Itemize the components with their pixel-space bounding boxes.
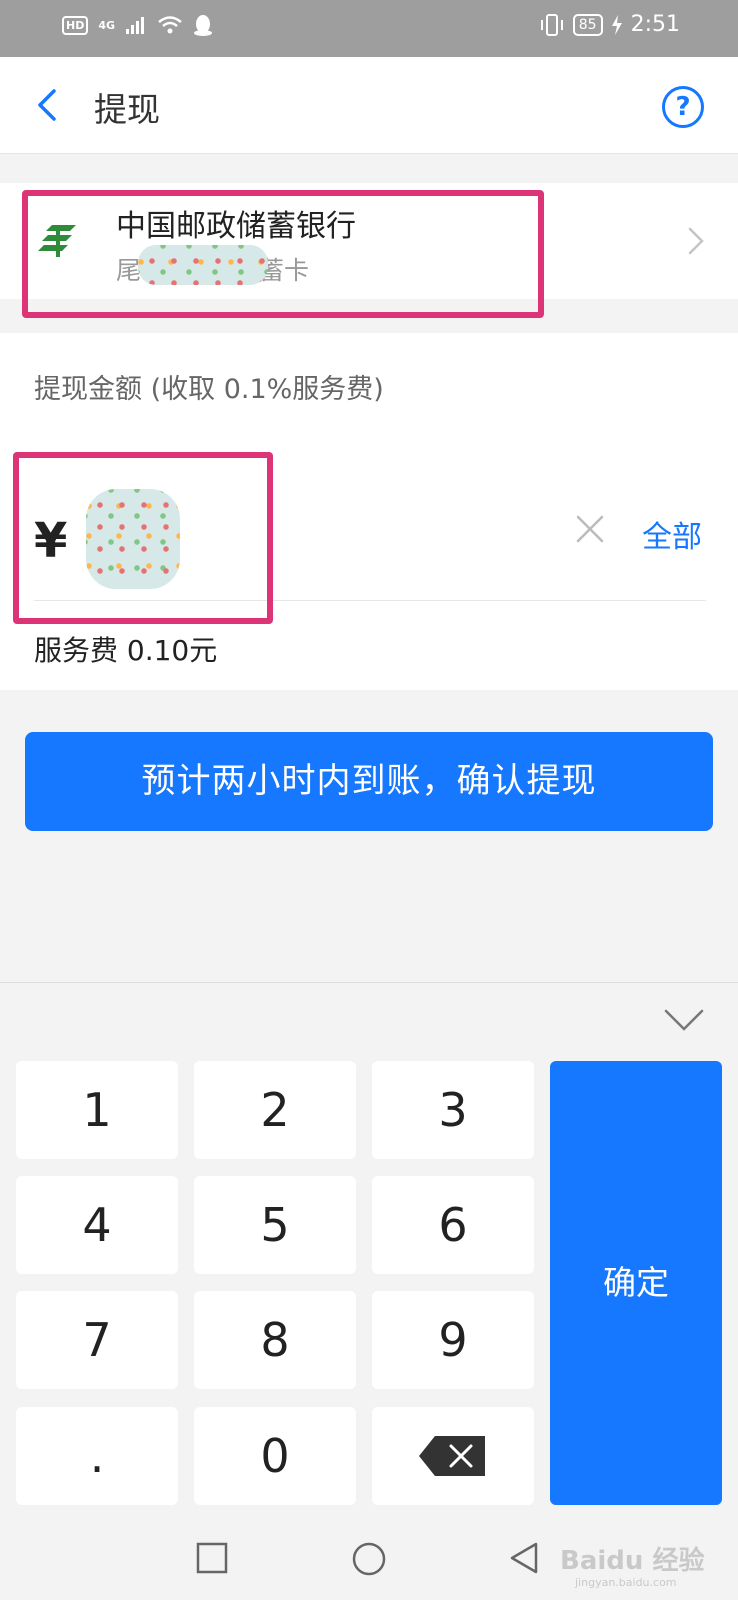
amount-highlight-box [13, 452, 273, 624]
help-button[interactable]: ? [662, 86, 704, 128]
wifi-icon [158, 16, 182, 34]
back-arrow-icon [38, 89, 56, 121]
back-button[interactable] [26, 81, 74, 129]
key-2[interactable]: 2 [194, 1061, 356, 1159]
status-left: HD 4G [62, 14, 213, 36]
status-right: 85 2:51 [539, 12, 680, 37]
vibrate-icon [540, 13, 563, 36]
service-fee-text: 服务费 0.10元 [34, 634, 218, 667]
numeric-keyboard: 1 2 3 4 5 6 7 8 9 . 0 确定 [0, 982, 738, 1521]
battery-level: 85 [572, 13, 603, 36]
chevron-down-icon[interactable] [662, 1005, 706, 1035]
key-confirm[interactable]: 确定 [550, 1061, 722, 1505]
signal-icon [126, 17, 145, 34]
key-9[interactable]: 9 [372, 1291, 534, 1389]
confirm-withdraw-button[interactable]: 预计两小时内到账，确认提现 [25, 732, 713, 831]
baidu-watermark: Baidu 经验 [560, 1546, 705, 1576]
key-4[interactable]: 4 [16, 1176, 178, 1274]
key-0[interactable]: 0 [194, 1407, 356, 1505]
qq-notification-icon [194, 15, 213, 36]
key-1[interactable]: 1 [16, 1061, 178, 1159]
key-6[interactable]: 6 [372, 1176, 534, 1274]
network-type: 4G [98, 18, 116, 32]
home-icon[interactable] [350, 1540, 388, 1578]
key-3[interactable]: 3 [372, 1061, 534, 1159]
back-nav-icon[interactable] [506, 1540, 542, 1576]
amount-label: 提现金额 (收取 0.1%服务费) [34, 374, 384, 405]
clock: 2:51 [630, 12, 680, 37]
recent-apps-icon[interactable] [194, 1540, 230, 1576]
key-7[interactable]: 7 [16, 1291, 178, 1389]
key-decimal[interactable]: . [16, 1407, 178, 1505]
key-5[interactable]: 5 [194, 1176, 356, 1274]
clear-icon[interactable] [572, 511, 608, 547]
chevron-right-icon [688, 227, 704, 255]
system-nav-bar: Baidu 经验 jingyan.baidu.com [0, 1520, 738, 1600]
backspace-icon [419, 1436, 485, 1476]
withdraw-all-button[interactable]: 全部 [642, 512, 702, 556]
key-backspace[interactable] [372, 1407, 534, 1505]
baidu-watermark-url: jingyan.baidu.com [575, 1576, 677, 1589]
key-8[interactable]: 8 [194, 1291, 356, 1389]
page-title: 提现 [94, 90, 160, 129]
hd-indicator: HD [62, 15, 89, 35]
header-bar: 提现 ? [0, 57, 738, 154]
bank-highlight-box [22, 190, 544, 318]
charging-icon [611, 14, 622, 35]
status-bar: HD 4G 85 2:51 [0, 0, 738, 57]
